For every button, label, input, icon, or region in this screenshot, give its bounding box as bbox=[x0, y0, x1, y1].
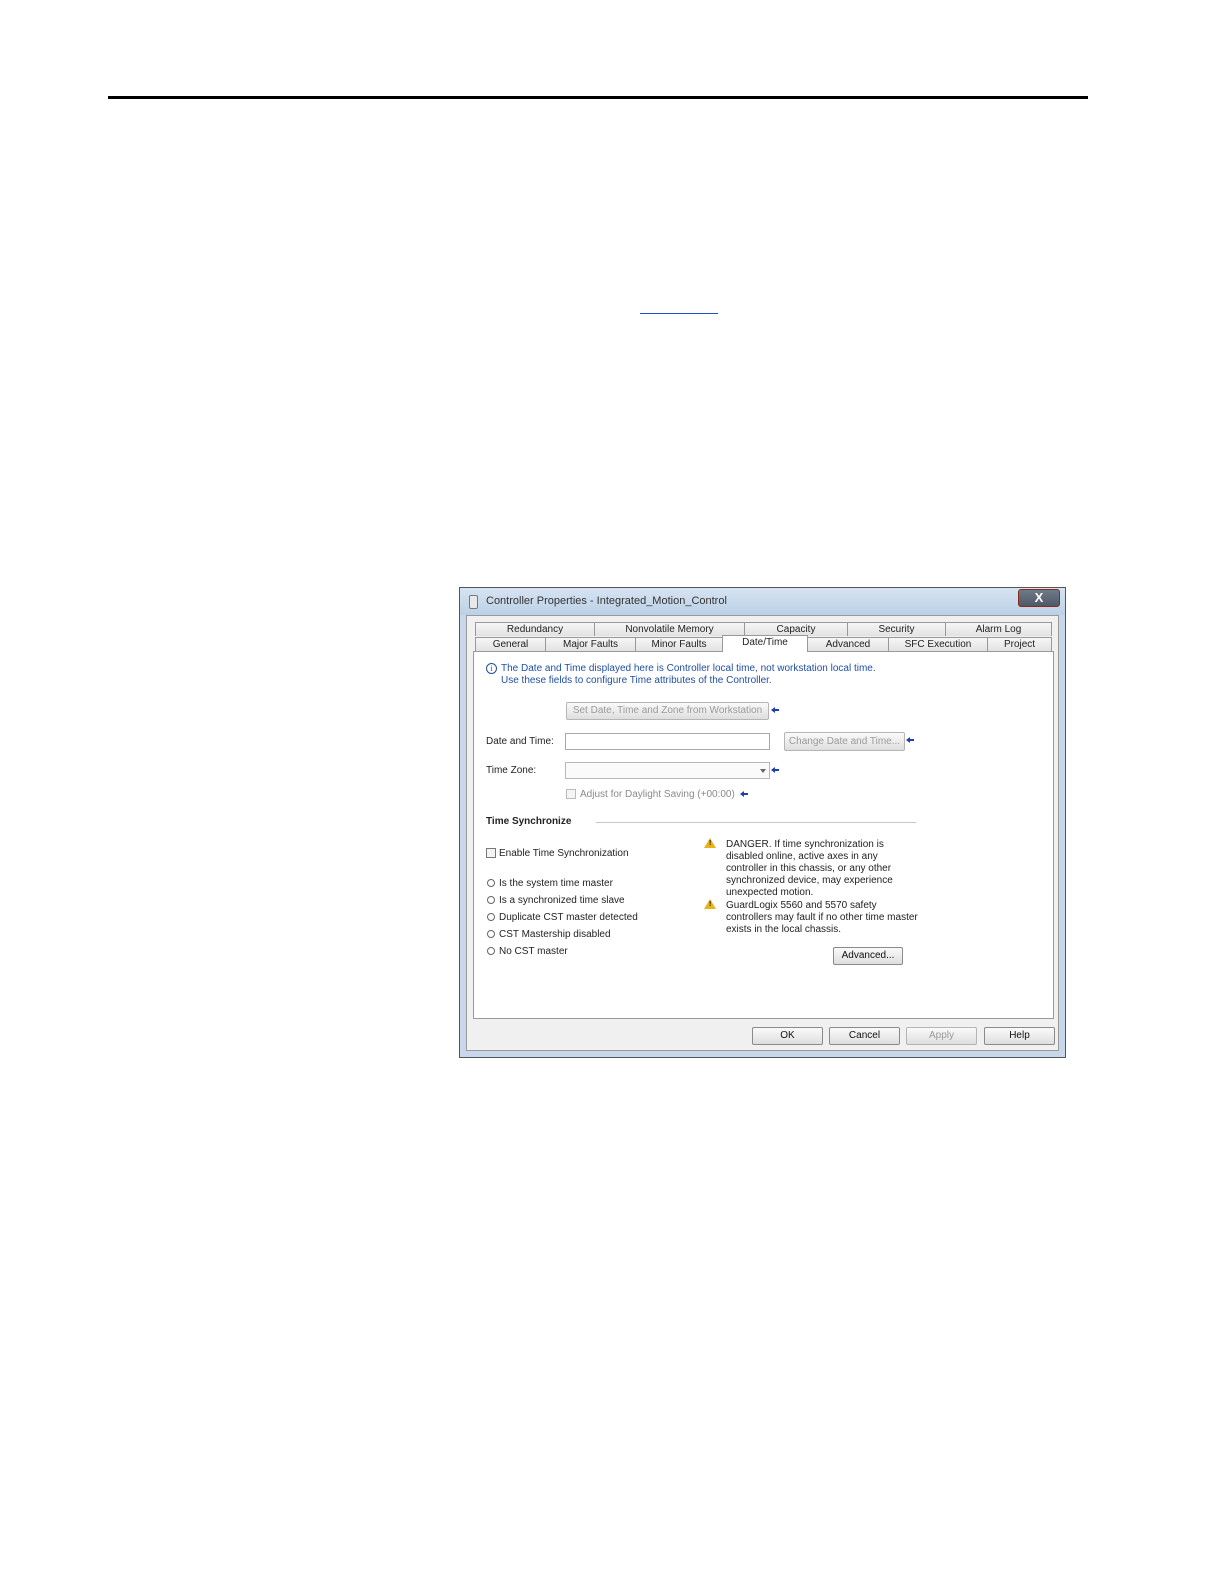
daylight-saving-checkbox[interactable] bbox=[566, 789, 576, 799]
daylight-saving-label: Adjust for Daylight Saving (+00:00) bbox=[580, 789, 735, 800]
radio-label: Is the system time master bbox=[499, 878, 613, 889]
warning-icon: ! bbox=[704, 838, 716, 848]
cancel-button[interactable]: Cancel bbox=[829, 1027, 900, 1045]
set-from-workstation-button[interactable]: Set Date, Time and Zone from Workstation bbox=[566, 702, 769, 720]
date-time-field[interactable] bbox=[565, 733, 770, 750]
info-line-2: Use these fields to configure Time attri… bbox=[501, 675, 772, 686]
apply-button[interactable]: Apply bbox=[906, 1027, 977, 1045]
close-button[interactable]: X bbox=[1018, 589, 1060, 607]
tab-sfc-execution[interactable]: SFC Execution bbox=[888, 637, 988, 651]
radio-no-cst-master[interactable] bbox=[487, 947, 495, 955]
time-sync-heading: Time Synchronize bbox=[486, 816, 572, 827]
radio-label: No CST master bbox=[499, 946, 568, 957]
controller-app-icon bbox=[469, 595, 478, 609]
tab-date-time[interactable]: Date/Time bbox=[722, 635, 808, 652]
enable-time-sync-label: Enable Time Synchronization bbox=[499, 848, 629, 859]
tab-advanced[interactable]: Advanced bbox=[807, 637, 889, 651]
info-icon: i bbox=[486, 663, 497, 674]
radio-duplicate-cst-master[interactable] bbox=[487, 913, 495, 921]
date-time-label: Date and Time: bbox=[486, 736, 554, 747]
change-date-time-button[interactable]: Change Date and Time... bbox=[784, 732, 905, 751]
radio-system-time-master[interactable] bbox=[487, 879, 495, 887]
advanced-button[interactable]: Advanced... bbox=[833, 947, 903, 965]
tab-major-faults[interactable]: Major Faults bbox=[545, 637, 636, 651]
radio-synchronized-time-slave[interactable] bbox=[487, 896, 495, 904]
arrow-left-icon bbox=[771, 707, 779, 713]
warning-icon: ! bbox=[704, 899, 716, 909]
radio-label: Duplicate CST master detected bbox=[499, 912, 638, 923]
dialog-title: Controller Properties - Integrated_Motio… bbox=[486, 595, 727, 607]
tab-minor-faults[interactable]: Minor Faults bbox=[635, 637, 723, 651]
radio-label: Is a synchronized time slave bbox=[499, 895, 625, 906]
tab-project[interactable]: Project bbox=[987, 637, 1052, 651]
arrow-left-icon bbox=[906, 737, 914, 743]
radio-cst-mastership-disabled[interactable] bbox=[487, 930, 495, 938]
dialog-titlebar: Controller Properties - Integrated_Motio… bbox=[460, 588, 1065, 615]
tab-capacity[interactable]: Capacity bbox=[744, 622, 848, 636]
guardlogix-warning-text: GuardLogix 5560 and 5570 safety controll… bbox=[726, 900, 918, 935]
ok-button[interactable]: OK bbox=[752, 1027, 823, 1045]
arrow-left-icon bbox=[771, 767, 779, 773]
page-top-rule bbox=[108, 96, 1088, 99]
radio-label: CST Mastership disabled bbox=[499, 929, 611, 940]
section-divider bbox=[596, 822, 916, 823]
tab-security[interactable]: Security bbox=[847, 622, 946, 636]
time-zone-select[interactable] bbox=[565, 762, 770, 779]
tab-general[interactable]: General bbox=[475, 637, 546, 651]
chevron-down-icon bbox=[760, 769, 766, 773]
arrow-left-icon bbox=[740, 791, 748, 797]
tab-alarm-log[interactable]: Alarm Log bbox=[945, 622, 1052, 636]
tab-nonvolatile-memory[interactable]: Nonvolatile Memory bbox=[594, 622, 745, 636]
info-line-1: The Date and Time displayed here is Cont… bbox=[501, 663, 876, 674]
time-zone-label: Time Zone: bbox=[486, 765, 537, 776]
enable-time-sync-checkbox[interactable] bbox=[486, 848, 496, 858]
page-link[interactable] bbox=[640, 313, 718, 314]
danger-warning-text: DANGER. If time synchronization is disab… bbox=[726, 839, 893, 898]
tab-redundancy[interactable]: Redundancy bbox=[475, 622, 595, 636]
help-button[interactable]: Help bbox=[984, 1027, 1055, 1045]
